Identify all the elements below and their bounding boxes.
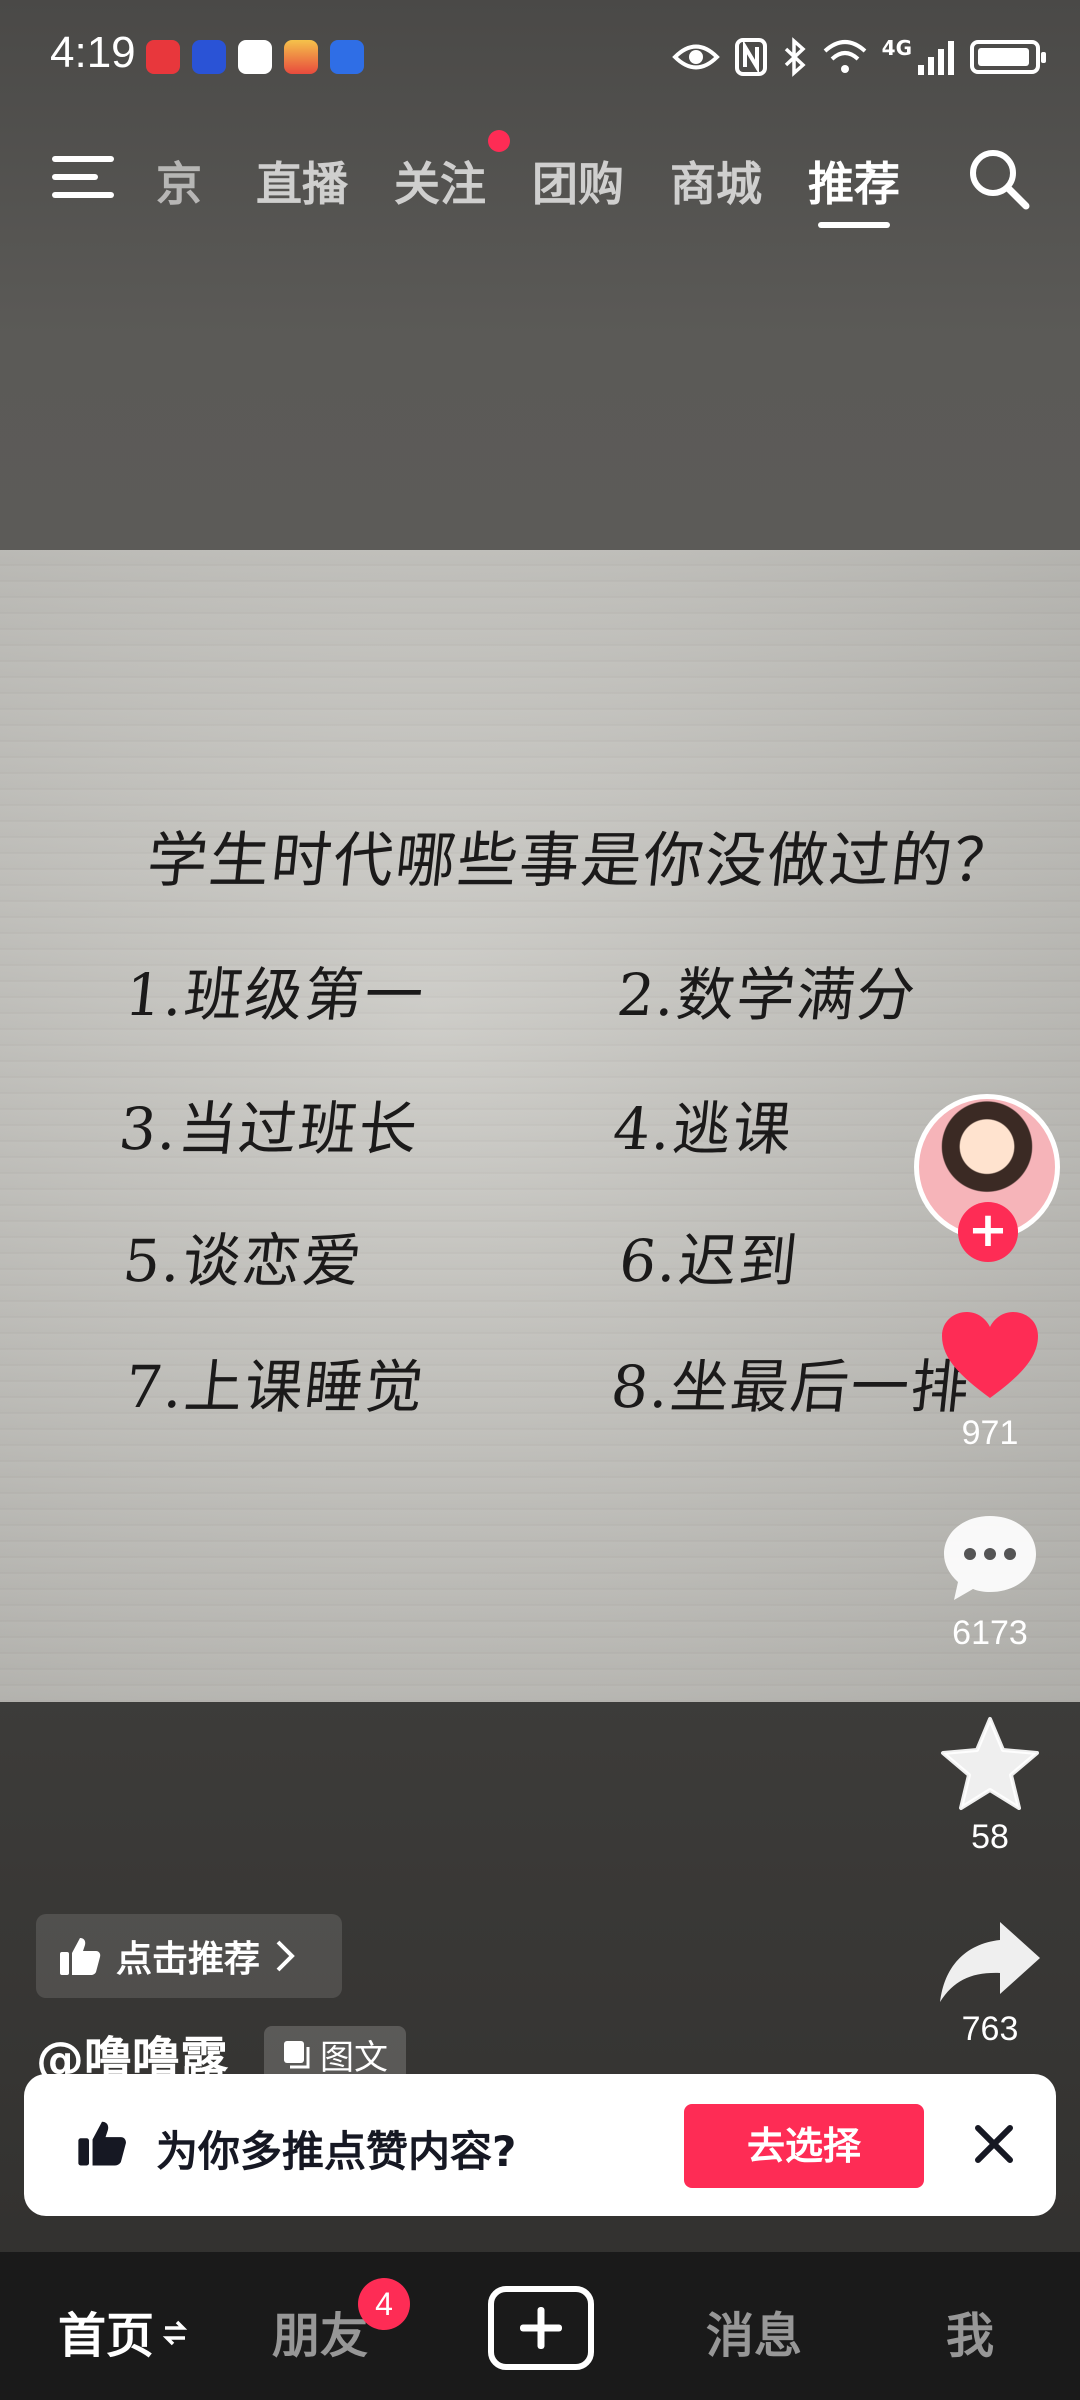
eye-icon xyxy=(671,44,720,70)
wifi-icon xyxy=(823,40,866,73)
bottom-nav: 首页 朋友 4 消息 我 xyxy=(0,2252,1080,2400)
share-icon[interactable] xyxy=(938,1918,1042,2004)
blue-shield-app-icon xyxy=(330,40,364,74)
status-bar: 4:19 4G xyxy=(0,0,1080,116)
tab-group-buy[interactable]: 团购 xyxy=(532,148,624,214)
menu-icon[interactable] xyxy=(52,152,114,202)
favorite-count: 58 xyxy=(971,1818,1009,1856)
like-count: 971 xyxy=(961,1414,1019,1452)
blue-app-icon xyxy=(192,40,226,74)
star-icon[interactable] xyxy=(940,1716,1040,1812)
close-icon[interactable] xyxy=(964,2114,1024,2174)
chevron-right-icon xyxy=(276,1940,295,1972)
search-icon[interactable] xyxy=(964,144,1034,214)
like-preference-popup: 为你多推点赞内容? 去选择 xyxy=(24,2074,1056,2216)
list-item: 2.数学满分 xyxy=(613,961,921,1029)
post-type-label: 图文 xyxy=(320,2037,388,2078)
list-item: 8.坐最后一排 xyxy=(607,1353,975,1421)
status-time: 4:19 xyxy=(50,28,136,77)
tab-live[interactable]: 直播 xyxy=(256,148,348,214)
signal-icon xyxy=(918,41,954,75)
list-item: 3.当过班长 xyxy=(115,1095,423,1163)
following-notification-dot xyxy=(488,130,510,152)
friends-badge: 4 xyxy=(358,2278,410,2330)
refresh-swap-icon[interactable] xyxy=(162,2318,188,2348)
nfc-icon xyxy=(734,38,767,76)
list-item: 1.班级第一 xyxy=(121,961,429,1029)
status-icons: 4G xyxy=(671,32,1046,82)
tab-local[interactable]: 京 xyxy=(156,148,202,214)
thumbs-up-icon xyxy=(78,2121,126,2166)
nav-home[interactable]: 首页 xyxy=(58,2296,154,2366)
tab-following[interactable]: 关注 xyxy=(394,148,486,214)
follow-button[interactable]: + xyxy=(958,1202,1018,1262)
comment-icon[interactable] xyxy=(940,1512,1040,1604)
bluetooth-icon xyxy=(784,37,806,77)
comment-count: 6173 xyxy=(952,1614,1028,1652)
huawei-app-icon xyxy=(146,40,180,74)
create-button[interactable] xyxy=(488,2286,594,2370)
nav-friends[interactable]: 朋友 xyxy=(272,2296,368,2366)
list-item: 6.迟到 xyxy=(615,1227,803,1295)
network-type: 4G xyxy=(881,36,912,60)
post-title: 学生时代哪些事是你没做过的？ xyxy=(143,826,1020,896)
heart-icon[interactable] xyxy=(940,1310,1040,1402)
battery-icon xyxy=(970,40,1046,74)
choose-button[interactable]: 去选择 xyxy=(684,2104,924,2188)
list-item: 4.逃课 xyxy=(609,1095,797,1163)
gallery-icon xyxy=(284,2041,310,2069)
tab-mall[interactable]: 商城 xyxy=(670,148,762,214)
china-mobile-icon xyxy=(238,40,272,74)
top-nav: 京 直播 关注 团购 商城 推荐 xyxy=(0,130,1080,240)
tab-recommend[interactable]: 推荐 xyxy=(808,148,900,214)
recommend-label: 点击推荐 xyxy=(116,1939,261,1980)
list-item: 5.谈恋爱 xyxy=(119,1227,367,1295)
photos-app-icon xyxy=(284,40,318,74)
active-tab-indicator xyxy=(818,222,890,228)
popup-message: 为你多推点赞内容? xyxy=(156,2127,517,2176)
thumbs-up-icon xyxy=(60,1938,101,1975)
post-image[interactable]: 学生时代哪些事是你没做过的？ 1.班级第一 2.数学满分 3.当过班长 4.逃课… xyxy=(0,550,1080,1702)
nav-messages[interactable]: 消息 xyxy=(706,2296,802,2366)
share-count: 763 xyxy=(961,2010,1019,2048)
recommend-button[interactable]: 点击推荐 xyxy=(36,1914,342,1998)
list-item: 7.上课睡觉 xyxy=(121,1353,429,1421)
nav-me[interactable]: 我 xyxy=(946,2296,994,2366)
